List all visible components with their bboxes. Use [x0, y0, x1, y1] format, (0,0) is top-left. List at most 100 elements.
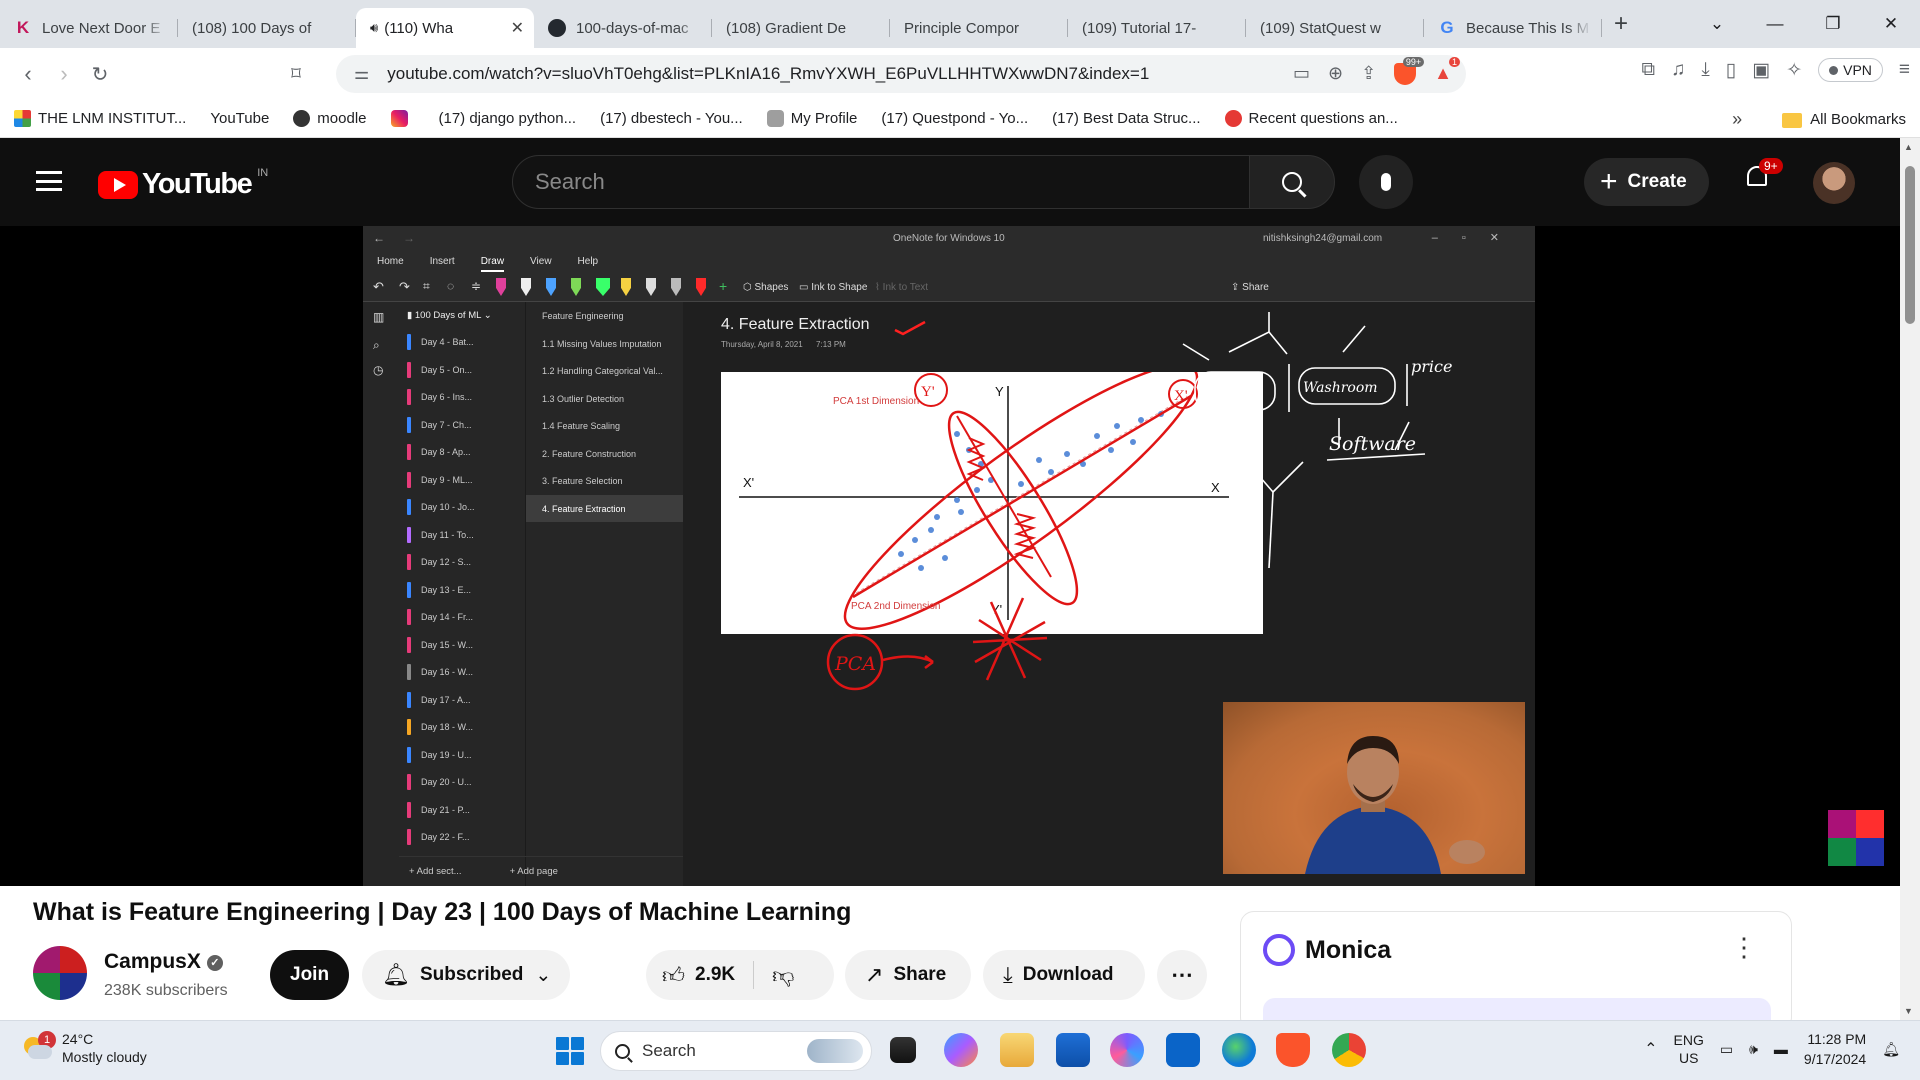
- youtube-search-input[interactable]: Search: [512, 155, 1250, 209]
- reload-button[interactable]: ↻: [82, 62, 118, 87]
- notification-bell-icon[interactable]: 🔔︎: [1882, 1041, 1900, 1058]
- taskbar-search[interactable]: Search: [600, 1031, 872, 1071]
- bookmark-item[interactable]: My Profile: [766, 110, 857, 127]
- tab-8[interactable]: G Because This Is M: [1424, 8, 1602, 48]
- bookmark-item[interactable]: Recent questions an...: [1224, 110, 1398, 127]
- more-actions-button[interactable]: ⋯: [1157, 950, 1207, 1000]
- menu-icon[interactable]: ≡: [1899, 59, 1910, 81]
- like-button[interactable]: 👍︎ 2.9K: [646, 962, 735, 989]
- brave-rewards-icon[interactable]: ▲ 1: [1434, 57, 1460, 85]
- music-icon[interactable]: ♫: [1671, 59, 1685, 81]
- tab-4[interactable]: (108) Gradient De: [712, 8, 890, 48]
- cast-icon[interactable]: ▭: [1293, 63, 1310, 85]
- channel-avatar[interactable]: [33, 946, 87, 1000]
- more-bookmarks-button[interactable]: »: [1732, 109, 1742, 130]
- tab-1[interactable]: (108) 100 Days of: [178, 8, 356, 48]
- file-explorer-icon[interactable]: [1000, 1033, 1034, 1067]
- all-bookmarks-button[interactable]: All Bookmarks: [1782, 111, 1906, 128]
- divider: [753, 961, 755, 989]
- bookmark-item[interactable]: YouTube: [0, 110, 269, 255]
- back-button[interactable]: ‹: [10, 61, 46, 87]
- subscribed-button[interactable]: 🔔︎ Subscribed ⌄: [362, 950, 570, 1000]
- tab-0[interactable]: K Love Next Door E: [0, 8, 178, 48]
- tab-2[interactable]: 🔊︎ (110) Wha ✕: [356, 8, 534, 48]
- account-avatar[interactable]: [1813, 162, 1855, 204]
- channel-name-text: CampusX: [104, 950, 201, 973]
- dislike-button[interactable]: 👎︎: [772, 962, 804, 989]
- monica-summary-bar[interactable]: [1263, 998, 1771, 1020]
- tab-7[interactable]: (109) StatQuest w: [1246, 8, 1424, 48]
- bookmark-item[interactable]: (17) Questpond - Yo...: [0, 110, 1028, 255]
- tab-6[interactable]: (109) Tutorial 17-: [1068, 8, 1246, 48]
- scrollbar-thumb[interactable]: [1905, 166, 1915, 324]
- battery-icon[interactable]: ▬: [1774, 1041, 1788, 1057]
- tab-3[interactable]: 100-days-of-mac: [534, 8, 712, 48]
- site-info-icon[interactable]: ⚌: [354, 64, 369, 84]
- channel-watermark[interactable]: [1828, 810, 1884, 866]
- clock[interactable]: 11:28 PM 9/17/2024: [1804, 1029, 1866, 1069]
- page-scrollbar[interactable]: ▲ ▼: [1900, 138, 1920, 1020]
- forward-button[interactable]: ›: [46, 61, 82, 87]
- onenote-window-title: OneNote for Windows 10: [893, 233, 1005, 244]
- zoom-icon[interactable]: ⊕: [1328, 63, 1343, 85]
- bookmark-item[interactable]: [390, 110, 415, 127]
- tab-search-icon[interactable]: ⌄: [1688, 14, 1746, 34]
- microsoft-store-icon[interactable]: [1056, 1033, 1090, 1067]
- scroll-up-icon[interactable]: ▲: [1904, 142, 1913, 152]
- task-view-icon[interactable]: [890, 1037, 916, 1063]
- system-tray: ⌃ ENG US ▭ 🕪︎ ▬ 11:28 PM 9/17/2024 🔔︎: [1644, 1029, 1900, 1069]
- brave-browser-icon[interactable]: [1276, 1033, 1310, 1067]
- maximize-button[interactable]: ❐: [1804, 14, 1862, 34]
- bookmark-item[interactable]: (17) dbestech - You...: [0, 110, 743, 255]
- bookmark-item[interactable]: (17) django python...: [0, 110, 576, 255]
- guide-menu-icon[interactable]: [36, 171, 62, 191]
- minimize-button[interactable]: —: [1746, 14, 1804, 34]
- chrome-icon[interactable]: [1332, 1033, 1366, 1067]
- voice-search-button[interactable]: [1359, 155, 1413, 209]
- extensions-icon[interactable]: ⧉: [1642, 59, 1656, 81]
- show-hidden-icons[interactable]: ⌃: [1644, 1039, 1657, 1059]
- outlook-icon[interactable]: [1166, 1033, 1200, 1067]
- notifications-button[interactable]: 9+: [1745, 158, 1783, 190]
- page-item: 1.4 Feature Scaling: [542, 421, 621, 431]
- video-player[interactable]: ← → OneNote for Windows 10 nitishksingh2…: [0, 226, 1900, 886]
- close-window-button[interactable]: ✕: [1862, 14, 1920, 34]
- copilot-icon[interactable]: [944, 1033, 978, 1067]
- brave-shield-icon[interactable]: 99+: [1394, 57, 1425, 85]
- leo-ai-icon[interactable]: ✧: [1786, 59, 1802, 82]
- youtube-search-button[interactable]: [1249, 155, 1335, 209]
- language-indicator[interactable]: ENG US: [1674, 1031, 1704, 1067]
- edge-icon[interactable]: [1222, 1033, 1256, 1067]
- bookmark-icon[interactable]: ⌑: [278, 63, 314, 86]
- weather-widget[interactable]: 1 24°C Mostly cloudy: [20, 1030, 147, 1066]
- address-bar[interactable]: ⚌ youtube.com/watch?v=sluoVhT0ehg&list=P…: [336, 55, 1466, 93]
- volume-icon[interactable]: 🕪︎: [1749, 1041, 1758, 1058]
- tab-5[interactable]: Principle Compor: [890, 8, 1068, 48]
- download-button[interactable]: ⤓ Download: [983, 950, 1145, 1000]
- bookmark-item[interactable]: THE LNM INSTITUT...: [14, 110, 186, 127]
- bookmark-item[interactable]: (17) Best Data Struc...: [0, 110, 1201, 255]
- vpn-button[interactable]: VPN: [1818, 58, 1883, 82]
- app-icon[interactable]: [1110, 1033, 1144, 1067]
- section-item: Day 21 - P...: [399, 796, 525, 824]
- share-button[interactable]: ↗ Share: [845, 950, 971, 1000]
- create-button[interactable]: + Create: [1584, 158, 1709, 206]
- sidebar-icon[interactable]: ▯: [1726, 59, 1736, 82]
- onenote-account: nitishksingh24@gmail.com: [1263, 233, 1383, 244]
- bookmark-item[interactable]: moodle: [293, 110, 367, 127]
- youtube-logo[interactable]: YouTube IN: [98, 167, 268, 201]
- share-icon[interactable]: ⇪: [1361, 63, 1376, 85]
- webcam-overlay: [1223, 702, 1525, 874]
- download-icon[interactable]: ⤓: [1701, 59, 1709, 81]
- start-button[interactable]: [556, 1037, 584, 1065]
- monica-menu-icon[interactable]: ⋮: [1731, 932, 1757, 963]
- join-button[interactable]: Join: [270, 950, 350, 1000]
- notebook-name: ▮ 100 Days of ML ⌄: [407, 310, 492, 321]
- new-tab-button[interactable]: +: [1614, 10, 1628, 38]
- scroll-down-icon[interactable]: ▼: [1904, 1006, 1913, 1016]
- wallet-icon[interactable]: ▣: [1752, 59, 1770, 82]
- close-tab-icon[interactable]: ✕: [511, 18, 524, 38]
- network-icon[interactable]: ▭: [1720, 1041, 1733, 1058]
- audio-playing-icon[interactable]: 🔊︎: [370, 20, 378, 36]
- channel-name[interactable]: CampusX ✓: [104, 950, 223, 974]
